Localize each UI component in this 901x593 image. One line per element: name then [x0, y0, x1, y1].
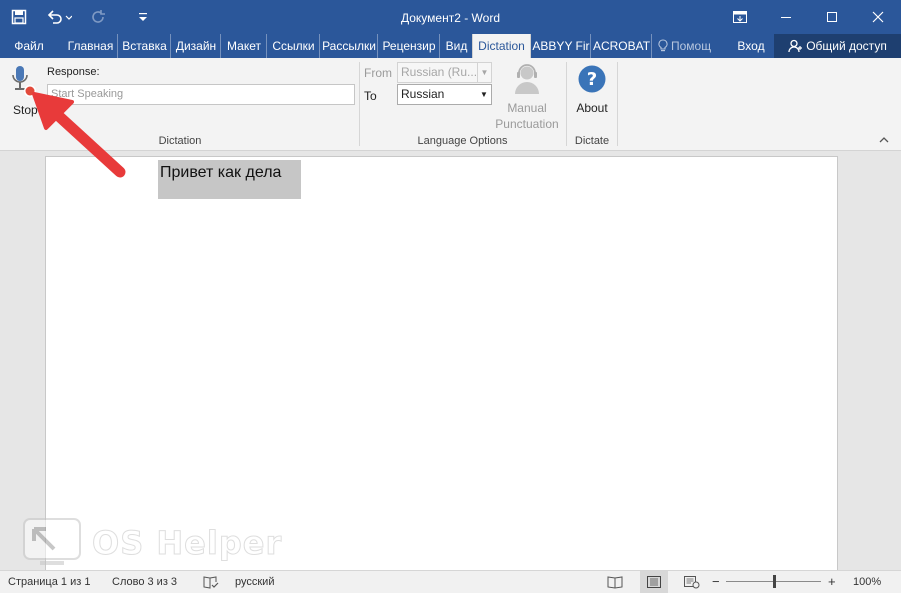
save-icon: [11, 9, 27, 25]
chevron-down-icon: ▼: [480, 90, 488, 99]
zoom-in-button[interactable]: +: [828, 571, 836, 593]
group-separator: [359, 62, 360, 146]
print-layout-button[interactable]: [640, 571, 668, 593]
web-layout-button[interactable]: [684, 571, 700, 593]
tab-insert[interactable]: Вставка: [119, 34, 171, 58]
group-separator: [617, 62, 618, 146]
zoom-level[interactable]: 100%: [853, 571, 881, 593]
document-page[interactable]: Привет как дела: [45, 156, 838, 576]
collapse-ribbon-button[interactable]: [878, 134, 892, 148]
tab-design[interactable]: Дизайн: [172, 34, 221, 58]
manual-punctuation-label-2: Punctuation: [495, 117, 559, 131]
word-count[interactable]: Слово 3 из 3: [112, 571, 177, 593]
undo-icon: [47, 10, 72, 24]
help-icon: ?: [578, 65, 606, 93]
book-check-icon: [203, 576, 219, 589]
read-mode-icon: [607, 576, 623, 589]
from-language-select: Russian (Ru... ▼: [397, 62, 492, 83]
dictation-group-label: Dictation: [158, 135, 202, 147]
manual-punctuation-label-1: Manual: [507, 101, 547, 115]
ribbon-tabs: Файл Главная Вставка Дизайн Макет Ссылки…: [0, 34, 901, 58]
watermark-text: OS Helper: [91, 524, 283, 563]
page-count[interactable]: Страница 1 из 1: [8, 571, 90, 593]
tab-abbyy[interactable]: ABBYY Fir: [532, 34, 591, 58]
language-options-group-label: Language Options: [417, 135, 508, 147]
quick-access-toolbar: [8, 0, 154, 34]
web-layout-icon: [684, 576, 700, 589]
customize-qat-icon: [139, 13, 147, 21]
tab-acrobat[interactable]: ACROBAT: [592, 34, 652, 58]
tell-me-box[interactable]: Помощ: [658, 34, 730, 58]
read-mode-button[interactable]: [607, 571, 623, 593]
tab-references[interactable]: Ссылки: [268, 34, 320, 58]
maximize-icon: [827, 12, 837, 22]
tab-layout[interactable]: Макет: [222, 34, 267, 58]
title-bar: Документ2 - Word: [0, 0, 901, 34]
minimize-button[interactable]: [763, 0, 809, 34]
os-helper-logo-icon: [23, 518, 81, 565]
from-label: From: [364, 66, 392, 80]
chevron-down-icon: ▼: [477, 63, 491, 82]
to-label: To: [364, 89, 377, 103]
zoom-out-button[interactable]: −: [712, 571, 720, 593]
about-label: About: [576, 101, 608, 115]
tab-home[interactable]: Главная: [64, 34, 118, 58]
to-language-select[interactable]: Russian ▼: [397, 84, 492, 105]
manual-punctuation-button: Manual Punctuation: [494, 60, 560, 132]
share-label: Общий доступ: [806, 39, 887, 53]
minimize-icon: [781, 17, 791, 18]
document-area[interactable]: Привет как дела: [0, 151, 901, 576]
maximize-button[interactable]: [809, 0, 855, 34]
person-icon: [788, 39, 803, 53]
sign-in-link[interactable]: Вход: [735, 34, 767, 58]
about-button[interactable]: ? About: [570, 60, 614, 120]
tab-dictation[interactable]: Dictation: [472, 34, 531, 58]
share-button[interactable]: Общий доступ: [774, 34, 901, 58]
headset-person-icon: [515, 64, 539, 94]
redo-button[interactable]: [88, 6, 110, 28]
language-indicator[interactable]: русский: [235, 571, 274, 593]
tab-file[interactable]: Файл: [6, 34, 52, 58]
close-icon: [872, 11, 884, 23]
window-controls: [717, 0, 901, 34]
response-label: Response:: [47, 66, 100, 78]
save-button[interactable]: [8, 6, 30, 28]
group-separator: [566, 62, 567, 146]
zoom-slider-thumb[interactable]: [773, 575, 776, 588]
ribbon-display-options-button[interactable]: [717, 0, 763, 34]
undo-button[interactable]: [44, 6, 74, 28]
close-button[interactable]: [855, 0, 901, 34]
lightbulb-icon: [658, 39, 668, 52]
annotation-arrow-icon: [32, 92, 126, 178]
tab-review[interactable]: Рецензир: [379, 34, 440, 58]
dictate-group-label: Dictate: [574, 135, 610, 147]
customize-qat-button[interactable]: [132, 6, 154, 28]
svg-text:?: ?: [587, 69, 597, 90]
status-bar: Страница 1 из 1 Слово 3 из 3 русский − +…: [0, 570, 901, 593]
from-language-value: Russian (Ru...: [401, 65, 478, 79]
document-text[interactable]: Привет как дела: [158, 160, 301, 199]
chevron-up-icon: [879, 137, 889, 143]
tell-me-label: Помощ: [671, 39, 712, 53]
redo-icon: [92, 10, 105, 23]
proofing-button[interactable]: [203, 571, 219, 593]
to-language-value: Russian: [401, 87, 445, 101]
tab-view[interactable]: Вид: [441, 34, 472, 58]
watermark: OS Helper: [20, 515, 282, 571]
print-layout-icon: [647, 576, 661, 589]
tab-mailings[interactable]: Рассылки: [321, 34, 378, 58]
ribbon-display-icon: [733, 11, 747, 23]
